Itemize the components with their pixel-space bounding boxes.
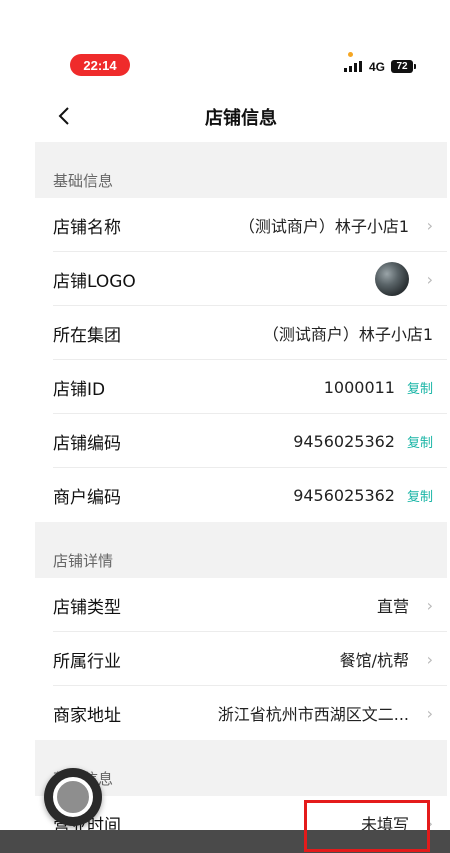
row-industry[interactable]: 所属行业 餐馆/杭帮 › bbox=[35, 632, 447, 686]
content-list: 基础信息 店铺名称 （测试商户）林子小店1 › 店铺LOGO › 所在集团 （测… bbox=[35, 142, 447, 850]
chevron-right-icon: › bbox=[426, 269, 433, 289]
page-title: 店铺信息 bbox=[205, 108, 277, 129]
row-value: 9456025362 bbox=[293, 431, 395, 451]
floating-assistive-button[interactable] bbox=[44, 768, 102, 826]
copy-button[interactable]: 复制 bbox=[407, 486, 433, 505]
row-store-code: 店铺编码 9456025362 复制 bbox=[35, 414, 447, 468]
phone-screen: 22:14 4G 72 店铺信息 基础信息 店铺名称 （测试商户）林子小店1 ›… bbox=[35, 40, 447, 853]
chevron-right-icon: › bbox=[426, 215, 433, 235]
section-spacer bbox=[35, 522, 447, 542]
row-store-logo[interactable]: 店铺LOGO › bbox=[35, 252, 447, 306]
row-label: 商户编码 bbox=[53, 487, 121, 508]
row-value: 直营 bbox=[376, 597, 409, 616]
battery-tip bbox=[414, 64, 416, 69]
row-value: （测试商户）林子小店1 bbox=[238, 217, 409, 236]
row-label: 所属行业 bbox=[53, 651, 121, 672]
chevron-right-icon: › bbox=[426, 649, 433, 669]
row-store-id: 店铺ID 1000011 复制 bbox=[35, 360, 447, 414]
row-group: 所在集团 （测试商户）林子小店1 bbox=[35, 306, 447, 360]
nav-bar: 店铺信息 bbox=[35, 92, 447, 142]
network-type: 4G bbox=[369, 60, 386, 74]
row-merchant-code: 商户编码 9456025362 复制 bbox=[35, 468, 447, 522]
store-logo-avatar bbox=[375, 262, 409, 296]
highlight-box bbox=[304, 800, 430, 852]
chevron-right-icon: › bbox=[426, 703, 433, 723]
row-address[interactable]: 商家地址 浙江省杭州市西湖区文二... › bbox=[35, 686, 447, 740]
status-time: 22:14 bbox=[70, 54, 130, 76]
battery-icon: 72 bbox=[391, 60, 413, 73]
signal-icon bbox=[344, 61, 362, 72]
row-label: 店铺类型 bbox=[53, 597, 121, 618]
section-spacer bbox=[35, 740, 447, 760]
row-value: 浙江省杭州市西湖区文二... bbox=[217, 705, 409, 724]
row-label: 店铺编码 bbox=[53, 433, 121, 454]
row-label: 店铺ID bbox=[53, 379, 106, 400]
copy-button[interactable]: 复制 bbox=[407, 378, 433, 397]
row-label: 店铺LOGO bbox=[53, 271, 136, 292]
row-value: 1000011 bbox=[323, 377, 395, 397]
chevron-right-icon: › bbox=[426, 595, 433, 615]
section-header-basic: 基础信息 bbox=[35, 162, 447, 198]
row-store-type[interactable]: 店铺类型 直营 › bbox=[35, 578, 447, 632]
row-value: 餐馆/杭帮 bbox=[339, 651, 409, 670]
section-spacer bbox=[35, 142, 447, 162]
copy-button[interactable]: 复制 bbox=[407, 432, 433, 451]
status-bar: 22:14 4G 72 bbox=[35, 40, 447, 88]
row-label: 商家地址 bbox=[53, 705, 121, 726]
section-header-detail: 店铺详情 bbox=[35, 542, 447, 578]
row-store-name[interactable]: 店铺名称 （测试商户）林子小店1 › bbox=[35, 198, 447, 252]
row-label: 店铺名称 bbox=[53, 217, 121, 238]
row-label: 所在集团 bbox=[53, 325, 121, 346]
privacy-indicator-icon bbox=[348, 52, 353, 57]
row-value: 9456025362 bbox=[293, 485, 395, 505]
row-value: （测试商户）林子小店1 bbox=[262, 325, 433, 344]
